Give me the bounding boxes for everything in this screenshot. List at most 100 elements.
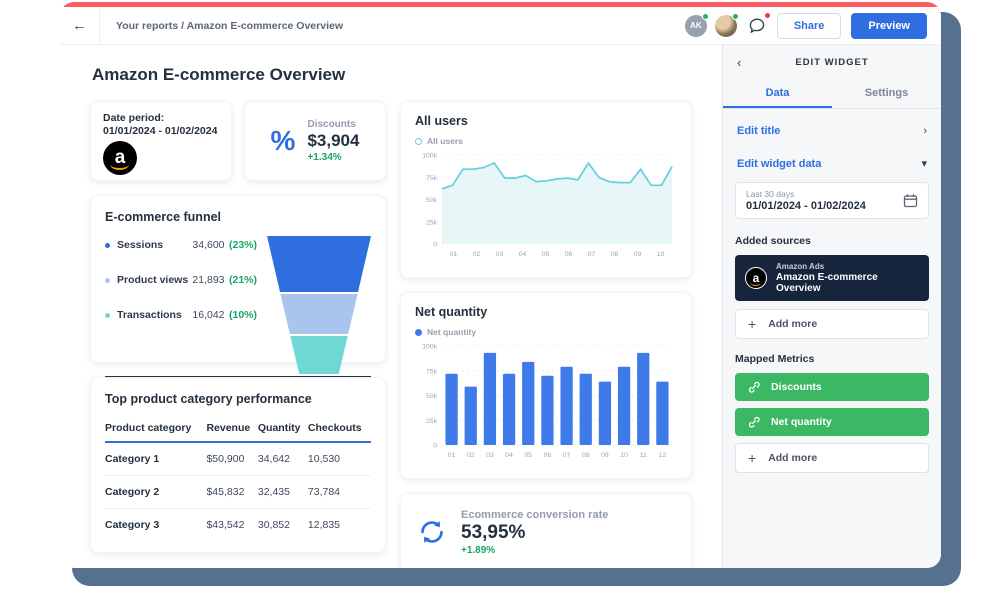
table-header-cell: Checkouts	[308, 416, 371, 442]
percent-icon: %	[271, 125, 296, 157]
net-quantity-chart-card[interactable]: Net quantity Net quantity 025k50k75k100k…	[400, 292, 692, 479]
mapped-metrics-label: Mapped Metrics	[735, 353, 929, 365]
svg-text:75k: 75k	[426, 175, 438, 182]
ecommerce-funnel-card[interactable]: E-commerce funnel Sessions34,600 (23%) Pr…	[90, 195, 386, 363]
added-sources-label: Added sources	[735, 235, 929, 247]
all-users-legend: All users	[415, 136, 677, 146]
table-cell: $43,542	[206, 509, 257, 542]
metric-dot-icon	[105, 278, 110, 283]
panel-title: EDIT WIDGET	[795, 57, 868, 68]
preview-button[interactable]: Preview	[851, 13, 927, 39]
metric-label: Sessions	[117, 239, 192, 251]
date-range-value: 01/01/2024 - 01/02/2024	[746, 200, 866, 212]
online-status-dot	[732, 13, 739, 20]
edit-title-row[interactable]: Edit title ›	[735, 115, 929, 147]
svg-text:07: 07	[588, 251, 596, 258]
calendar-icon	[903, 193, 918, 208]
svg-text:01: 01	[450, 251, 458, 258]
conversion-change: +1.89%	[461, 545, 608, 556]
edit-title-label: Edit title	[737, 125, 780, 137]
funnel-metric-row: Product views21,893 (21%)	[105, 271, 257, 289]
metric-label: Product views	[117, 274, 192, 286]
table-row: Category 2$45,83232,43573,784	[105, 476, 371, 509]
svg-text:03: 03	[496, 251, 504, 258]
metric-dot-icon	[105, 243, 110, 248]
mapped-metrics-list: Discounts Net quantity	[735, 373, 929, 436]
date-range-picker[interactable]: Last 30 days 01/01/2024 - 01/02/2024	[735, 182, 929, 219]
all-users-area-chart: 025k50k75k100k01020304050607080910	[415, 148, 677, 265]
svg-text:25k: 25k	[426, 418, 438, 425]
legend-marker-icon	[415, 138, 422, 145]
table-cell: 73,784	[308, 476, 371, 509]
svg-text:10: 10	[657, 251, 665, 258]
svg-text:0: 0	[433, 242, 437, 249]
funnel-metric-row: Sessions34,600 (23%)	[105, 236, 257, 254]
metric-percent: (10%)	[229, 309, 257, 321]
report-editor-window: ← Your reports / Amazon E-commerce Overv…	[60, 2, 941, 568]
table-header-cell: Revenue	[206, 416, 257, 442]
top-navbar: ← Your reports / Amazon E-commerce Overv…	[60, 7, 941, 45]
metric-dot-icon	[105, 313, 110, 318]
funnel-metric-list: Sessions34,600 (23%) Product views21,893 …	[105, 236, 257, 374]
panel-tabs: Data Settings	[723, 79, 941, 109]
svg-text:100k: 100k	[422, 153, 437, 160]
category-performance-card[interactable]: Top product category performance Product…	[90, 377, 386, 553]
user-avatar-initials[interactable]: AK	[685, 15, 707, 37]
navbar-actions: AK Share Preview	[685, 13, 941, 39]
svg-text:09: 09	[634, 251, 642, 258]
panel-back-chevron-icon[interactable]: ‹	[737, 55, 741, 70]
funnel-segment-transactions	[267, 336, 371, 374]
net-quantity-title: Net quantity	[415, 305, 677, 319]
chevron-right-icon: ›	[923, 125, 927, 137]
mapped-metric-net-quantity[interactable]: Net quantity	[735, 408, 929, 436]
discounts-label: Discounts	[307, 119, 359, 130]
report-canvas: Amazon E-commerce Overview Date period: …	[60, 45, 722, 568]
comments-button[interactable]	[745, 14, 769, 38]
page-title: Amazon E-commerce Overview	[92, 65, 708, 85]
tab-settings[interactable]: Settings	[832, 79, 941, 108]
add-source-button[interactable]: + Add more	[735, 309, 929, 339]
user-avatar-photo[interactable]	[715, 15, 737, 37]
metric-value: 21,893	[192, 274, 224, 286]
table-cell: Category 2	[105, 476, 206, 509]
amazon-logo-icon: a	[103, 141, 137, 175]
conversion-rate-card[interactable]: Ecommerce conversion rate 53,95% +1.89%	[400, 493, 692, 568]
svg-text:08: 08	[582, 452, 590, 459]
tab-data[interactable]: Data	[723, 79, 832, 108]
svg-text:05: 05	[542, 251, 550, 258]
date-period-card[interactable]: Date period: 01/01/2024 - 01/02/2024 a	[90, 101, 232, 181]
table-cell: Category 1	[105, 442, 206, 476]
all-users-chart-card[interactable]: All users All users 025k50k75k100k010203…	[400, 101, 692, 278]
legend-marker-icon	[415, 329, 422, 336]
svg-text:08: 08	[611, 251, 619, 258]
add-metric-button[interactable]: + Add more	[735, 443, 929, 473]
source-card-amazon[interactable]: a Amazon Ads Amazon E-commerce Overview	[735, 255, 929, 301]
discounts-kpi-card[interactable]: % Discounts $3,904 +1.34%	[244, 101, 386, 181]
metric-percent: (23%)	[229, 239, 257, 251]
metric-percent: (21%)	[229, 274, 257, 286]
edit-widget-data-label: Edit widget data	[737, 158, 821, 170]
discounts-change: +1.34%	[307, 152, 359, 163]
funnel-title: E-commerce funnel	[105, 210, 371, 224]
metric-name: Net quantity	[771, 416, 832, 428]
table-cell: 32,435	[258, 476, 308, 509]
svg-text:06: 06	[544, 452, 552, 459]
online-status-dot	[702, 13, 709, 20]
edit-widget-data-row[interactable]: Edit widget data ▾	[735, 147, 929, 180]
funnel-segment-sessions	[267, 236, 371, 292]
metric-value: 34,600	[192, 239, 224, 251]
share-button[interactable]: Share	[777, 13, 842, 39]
funnel-metric-row: Transactions16,042 (10%)	[105, 306, 257, 324]
table-header-cell: Product category	[105, 416, 206, 442]
table-row: Category 3$43,54230,85212,835	[105, 509, 371, 542]
table-header-cell: Quantity	[258, 416, 308, 442]
svg-text:12: 12	[659, 452, 667, 459]
link-icon	[747, 415, 761, 429]
link-icon	[747, 380, 761, 394]
notification-dot	[764, 12, 771, 19]
back-button[interactable]: ←	[60, 7, 100, 44]
svg-text:05: 05	[524, 452, 532, 459]
category-table: Product categoryRevenueQuantityCheckouts…	[105, 416, 371, 541]
mapped-metric-discounts[interactable]: Discounts	[735, 373, 929, 401]
svg-text:03: 03	[486, 452, 494, 459]
